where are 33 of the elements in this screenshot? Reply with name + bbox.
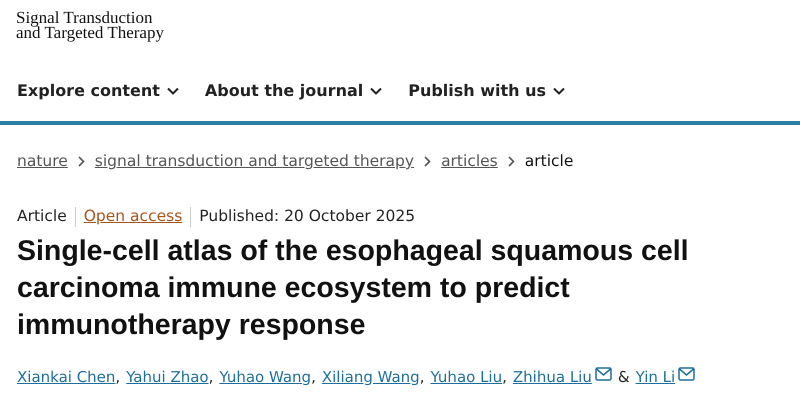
chevron-icon bbox=[424, 156, 432, 168]
breadcrumb-link[interactable]: signal transduction and targeted therapy bbox=[94, 150, 414, 174]
author-separator: , bbox=[311, 366, 316, 388]
caret-icon bbox=[166, 87, 179, 95]
author-link[interactable]: Yahui Zhao bbox=[126, 366, 209, 388]
breadcrumb-link[interactable]: nature bbox=[17, 150, 68, 174]
nav-menu-button[interactable]: About the journal bbox=[204, 79, 382, 103]
author-separator: , bbox=[208, 366, 214, 388]
article-title: Single-cell atlas of the esophageal squamous cell carcinoma immune ecosystem to predict immunotherapy response bbox=[16, 234, 690, 342]
author-link[interactable]: Yin Li bbox=[636, 366, 676, 388]
nav-menu-button[interactable]: Explore content bbox=[17, 79, 179, 103]
author-separator: , bbox=[115, 366, 120, 388]
published-date: Published: 20 October 2025 bbox=[199, 206, 416, 228]
author-separator: & bbox=[618, 366, 630, 388]
author-link[interactable]: Xiankai Chen bbox=[17, 366, 116, 388]
chevron-icon bbox=[78, 156, 85, 168]
author-separator: , bbox=[420, 366, 424, 388]
caret-icon bbox=[553, 87, 566, 95]
email-icon[interactable] bbox=[678, 366, 696, 381]
author-link[interactable]: Yuhao Wang bbox=[219, 366, 312, 388]
nav-menu-button[interactable]: Publish with us bbox=[408, 79, 566, 103]
article-type: Article bbox=[17, 206, 67, 228]
author-link[interactable]: Yuhao Liu bbox=[430, 366, 502, 388]
author-link[interactable]: Xiliang Wang bbox=[322, 366, 420, 388]
breadcrumb-link[interactable]: articles bbox=[441, 150, 498, 174]
journal-logo[interactable]: Signal Transduction and Targeted Therapy bbox=[0, 0, 800, 40]
author-separator: , bbox=[502, 366, 507, 388]
author-link[interactable]: Zhihua Liu bbox=[512, 366, 592, 388]
open-access-link[interactable]: Open access bbox=[84, 205, 182, 228]
breadcrumb-current: article bbox=[524, 151, 574, 172]
caret-icon bbox=[370, 87, 382, 95]
email-icon[interactable] bbox=[594, 366, 612, 381]
chevron-icon bbox=[508, 156, 515, 168]
